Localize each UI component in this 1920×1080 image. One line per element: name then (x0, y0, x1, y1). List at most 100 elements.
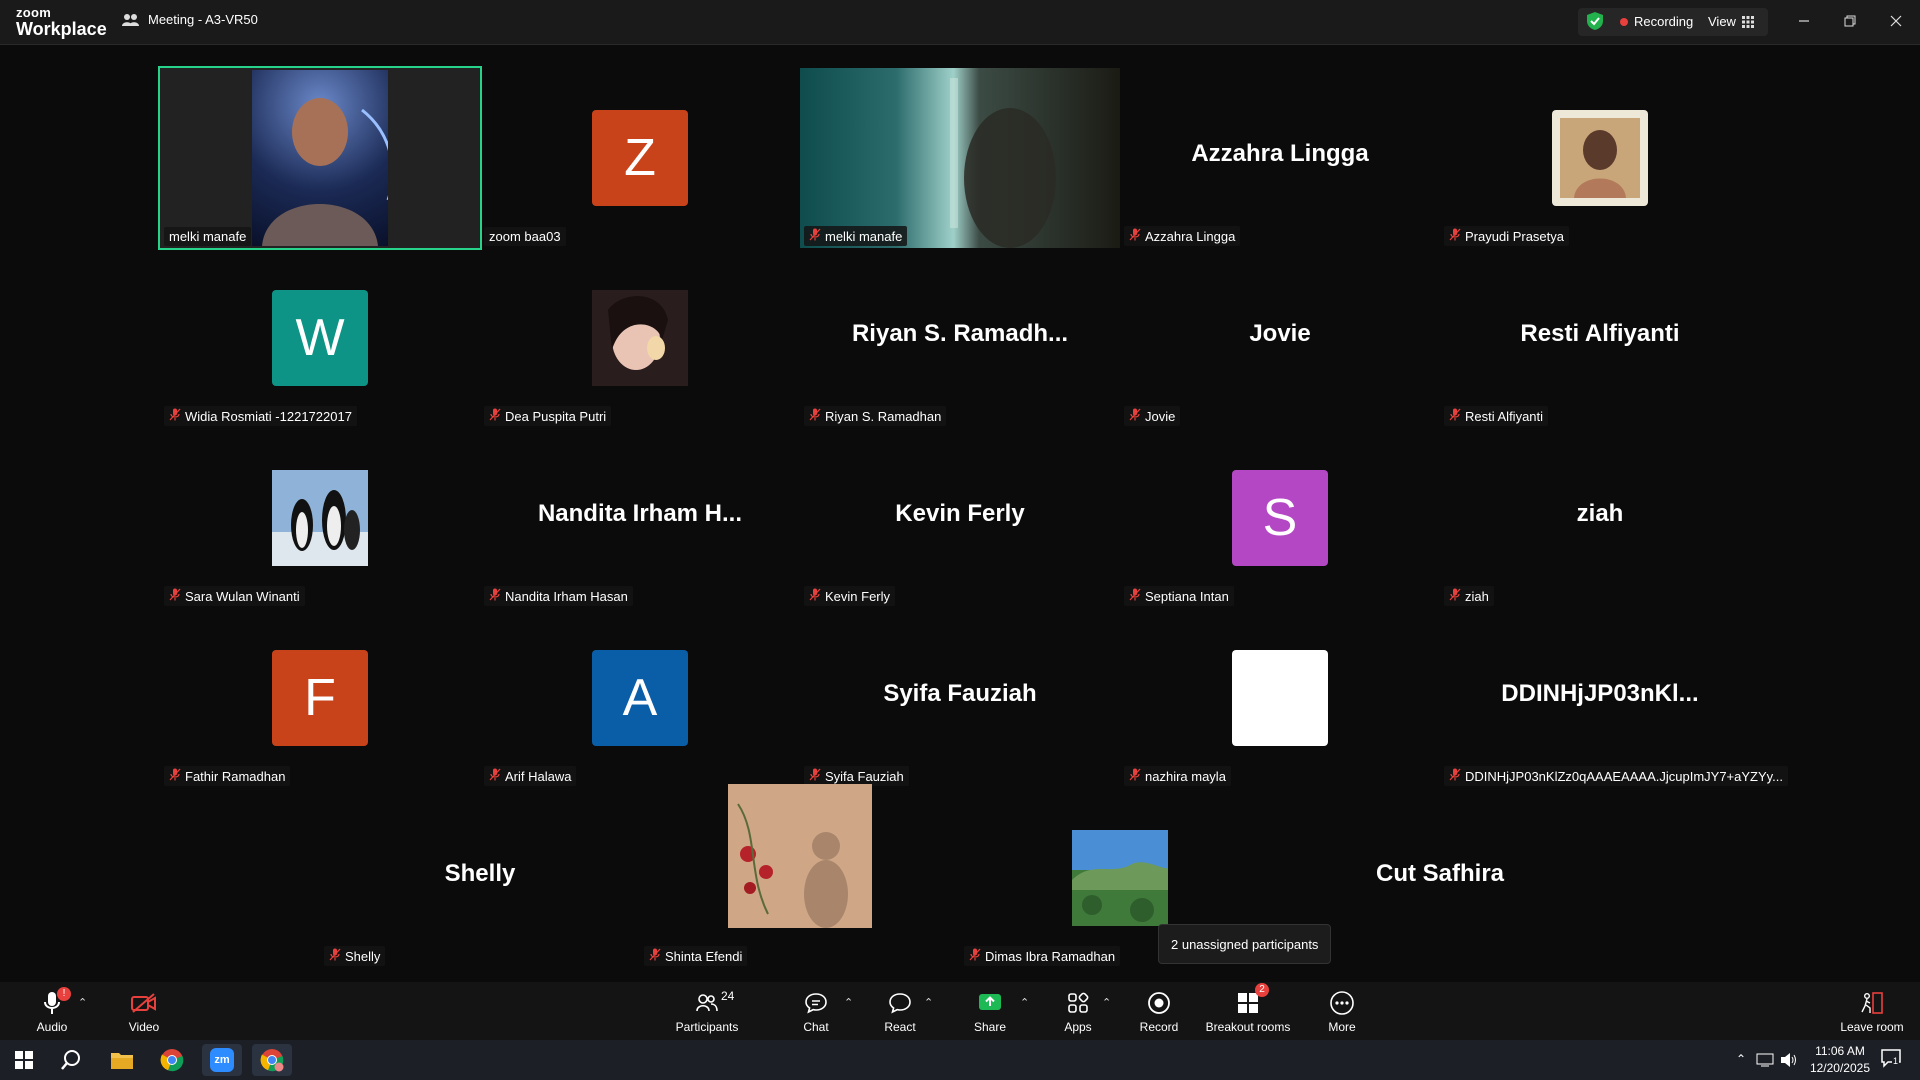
react-options-chevron-icon[interactable]: ⌃ (924, 996, 933, 1009)
participant-name-text: ziah (1465, 588, 1489, 604)
file-explorer-icon[interactable] (102, 1044, 142, 1076)
logo-workplace-text: Workplace (16, 19, 107, 39)
recording-indicator[interactable]: Recording (1620, 14, 1693, 29)
participant-tile[interactable]: ziah ziah (1440, 428, 1760, 608)
zoom-icon[interactable]: zm (202, 1044, 242, 1076)
video-button[interactable]: Video (122, 982, 166, 1040)
participant-tile[interactable]: Dea Puspita Putri (480, 248, 800, 428)
view-label: View (1708, 14, 1736, 29)
react-heart-icon (889, 992, 911, 1014)
breakout-rooms-button[interactable]: 2 Breakout rooms (1204, 982, 1292, 1040)
participant-tile[interactable]: Zzoom baa03 (480, 68, 800, 248)
security-shield-icon[interactable] (1586, 11, 1604, 31)
participant-name-text: nazhira mayla (1145, 768, 1226, 784)
participant-tile[interactable]: F Fathir Ramadhan (160, 608, 480, 788)
audio-alert-badge: ! (57, 986, 71, 1001)
participant-tile[interactable]: W Widia Rosmiati -1221722017 (160, 248, 480, 428)
participant-display-name: Nandita Irham H... (537, 500, 743, 527)
participant-display-name: Kevin Ferly (895, 500, 1025, 527)
participant-name-label: Resti Alfiyanti (1444, 406, 1549, 426)
share-button[interactable]: Share (970, 982, 1010, 1040)
microphone-muted-icon (1449, 768, 1461, 784)
participant-tile[interactable]: A Arif Halawa (480, 608, 800, 788)
participant-name-text: DDINHjJP03nKlZz0qAAAEAAAA.JjcupImJY7+aYZ… (1465, 768, 1784, 784)
participant-tile[interactable]: melki manafe (800, 68, 1120, 248)
microphone-muted-icon (169, 588, 181, 604)
title-bar: zoom Workplace Meeting - A3-VR50 Recordi… (0, 0, 1920, 45)
meeting-title[interactable]: Meeting - A3-VR50 (122, 12, 258, 27)
participant-tile[interactable]: Azzahra Lingga Azzahra Lingga (1120, 68, 1440, 248)
participant-tile[interactable]: Resti Alfiyanti Resti Alfiyanti (1440, 248, 1760, 428)
participant-name-label: Azzahra Lingga (1124, 226, 1241, 246)
participant-name-text: Arif Halawa (505, 768, 572, 784)
microphone-muted-icon (489, 408, 501, 424)
audio-button[interactable]: ! Audio (30, 982, 74, 1040)
participant-display-name: Riyan S. Ramadh... (851, 320, 1069, 347)
close-icon[interactable] (1884, 10, 1908, 32)
participant-name-label: melki manafe (164, 227, 252, 246)
recording-label: Recording (1634, 14, 1694, 29)
participant-name-text: Prayudi Prasetya (1465, 228, 1564, 244)
leave-room-button[interactable]: Leave room (1836, 982, 1908, 1040)
breakout-rooms-label: Breakout rooms (1205, 1019, 1291, 1034)
participant-tile[interactable]: Shinta Efendi (640, 784, 960, 968)
participant-tile[interactable]: S Septiana Intan (1120, 428, 1440, 608)
participant-profile-photo (592, 290, 688, 386)
breakout-badge: 2 (1255, 982, 1269, 997)
audio-options-chevron-icon[interactable]: ⌃ (78, 996, 87, 1009)
volume-icon[interactable] (1780, 1052, 1798, 1068)
chat-button[interactable]: Chat (796, 982, 836, 1040)
participant-avatar: S (1232, 470, 1328, 566)
network-icon[interactable] (1756, 1053, 1774, 1067)
participant-display-name: Shelly (444, 860, 516, 887)
participants-button[interactable]: 24 Participants (670, 982, 744, 1040)
participant-tile[interactable]: Prayudi Prasetya (1440, 68, 1760, 248)
participant-tile[interactable]: Sara Wulan Winanti (160, 428, 480, 608)
participant-name-label: melki manafe (804, 226, 908, 246)
participant-tile[interactable]: Jovie Jovie (1120, 248, 1440, 428)
notifications-icon[interactable]: 1 (1880, 1048, 1906, 1072)
chrome-icon[interactable] (152, 1044, 192, 1076)
participant-tile[interactable]: Syifa Fauziah Syifa Fauziah (800, 608, 1120, 788)
restore-icon[interactable] (1838, 10, 1862, 32)
participant-tile[interactable]: nazhira mayla (1120, 608, 1440, 788)
windows-start-icon[interactable] (4, 1044, 44, 1076)
microphone-muted-icon (1129, 768, 1141, 784)
participant-tile[interactable]: Nandita Irham H... Nandita Irham Hasan (480, 428, 800, 608)
participant-name-text: Dea Puspita Putri (505, 408, 607, 424)
participant-display-name: Azzahra Lingga (1191, 140, 1369, 167)
share-options-chevron-icon[interactable]: ⌃ (1020, 996, 1029, 1009)
participant-tile[interactable]: DDINHjJP03nKl... DDINHjJP03nKlZz0qAAAEAAA… (1440, 608, 1789, 788)
minimize-icon[interactable] (1792, 10, 1816, 32)
participant-name-text: Resti Alfiyanti (1465, 408, 1544, 424)
meeting-title-text: Meeting - A3-VR50 (148, 12, 258, 27)
more-button[interactable]: More (1322, 982, 1362, 1040)
participant-tile[interactable]: melki manafe (158, 66, 482, 250)
record-label: Record (1139, 1019, 1179, 1034)
leave-room-icon (1861, 991, 1883, 1014)
apps-button[interactable]: Apps (1058, 982, 1098, 1040)
share-label: Share (973, 1019, 1007, 1034)
chat-options-chevron-icon[interactable]: ⌃ (844, 996, 853, 1009)
participant-profile-photo (728, 784, 872, 928)
participant-name-text: Dimas Ibra Ramadhan (985, 948, 1116, 964)
microphone-muted-icon (1129, 408, 1141, 424)
more-icon (1330, 990, 1354, 1015)
participant-tile[interactable]: Riyan S. Ramadh... Riyan S. Ramadhan (800, 248, 1120, 428)
chrome-profile-icon[interactable] (252, 1044, 292, 1076)
participant-name-text: Syifa Fauziah (825, 768, 904, 784)
system-clock[interactable]: 11:06 AM 12/20/2025 (1810, 1043, 1870, 1077)
participant-tile[interactable]: Kevin Ferly Kevin Ferly (800, 428, 1120, 608)
participant-tile[interactable]: Shelly Shelly (320, 788, 640, 968)
view-button[interactable]: View (1708, 14, 1754, 29)
microphone-muted-icon (809, 228, 821, 244)
participants-count: 24 (721, 988, 735, 1003)
apps-options-chevron-icon[interactable]: ⌃ (1102, 996, 1111, 1009)
react-button[interactable]: React (880, 982, 920, 1040)
microphone-muted-icon (809, 768, 821, 784)
participant-name-text: Nandita Irham Hasan (505, 588, 628, 604)
record-button[interactable]: Record (1138, 982, 1180, 1040)
search-icon[interactable] (52, 1044, 92, 1076)
microphone-muted-icon (169, 768, 181, 784)
tray-chevron-icon[interactable]: ⌃ (1736, 1052, 1746, 1066)
